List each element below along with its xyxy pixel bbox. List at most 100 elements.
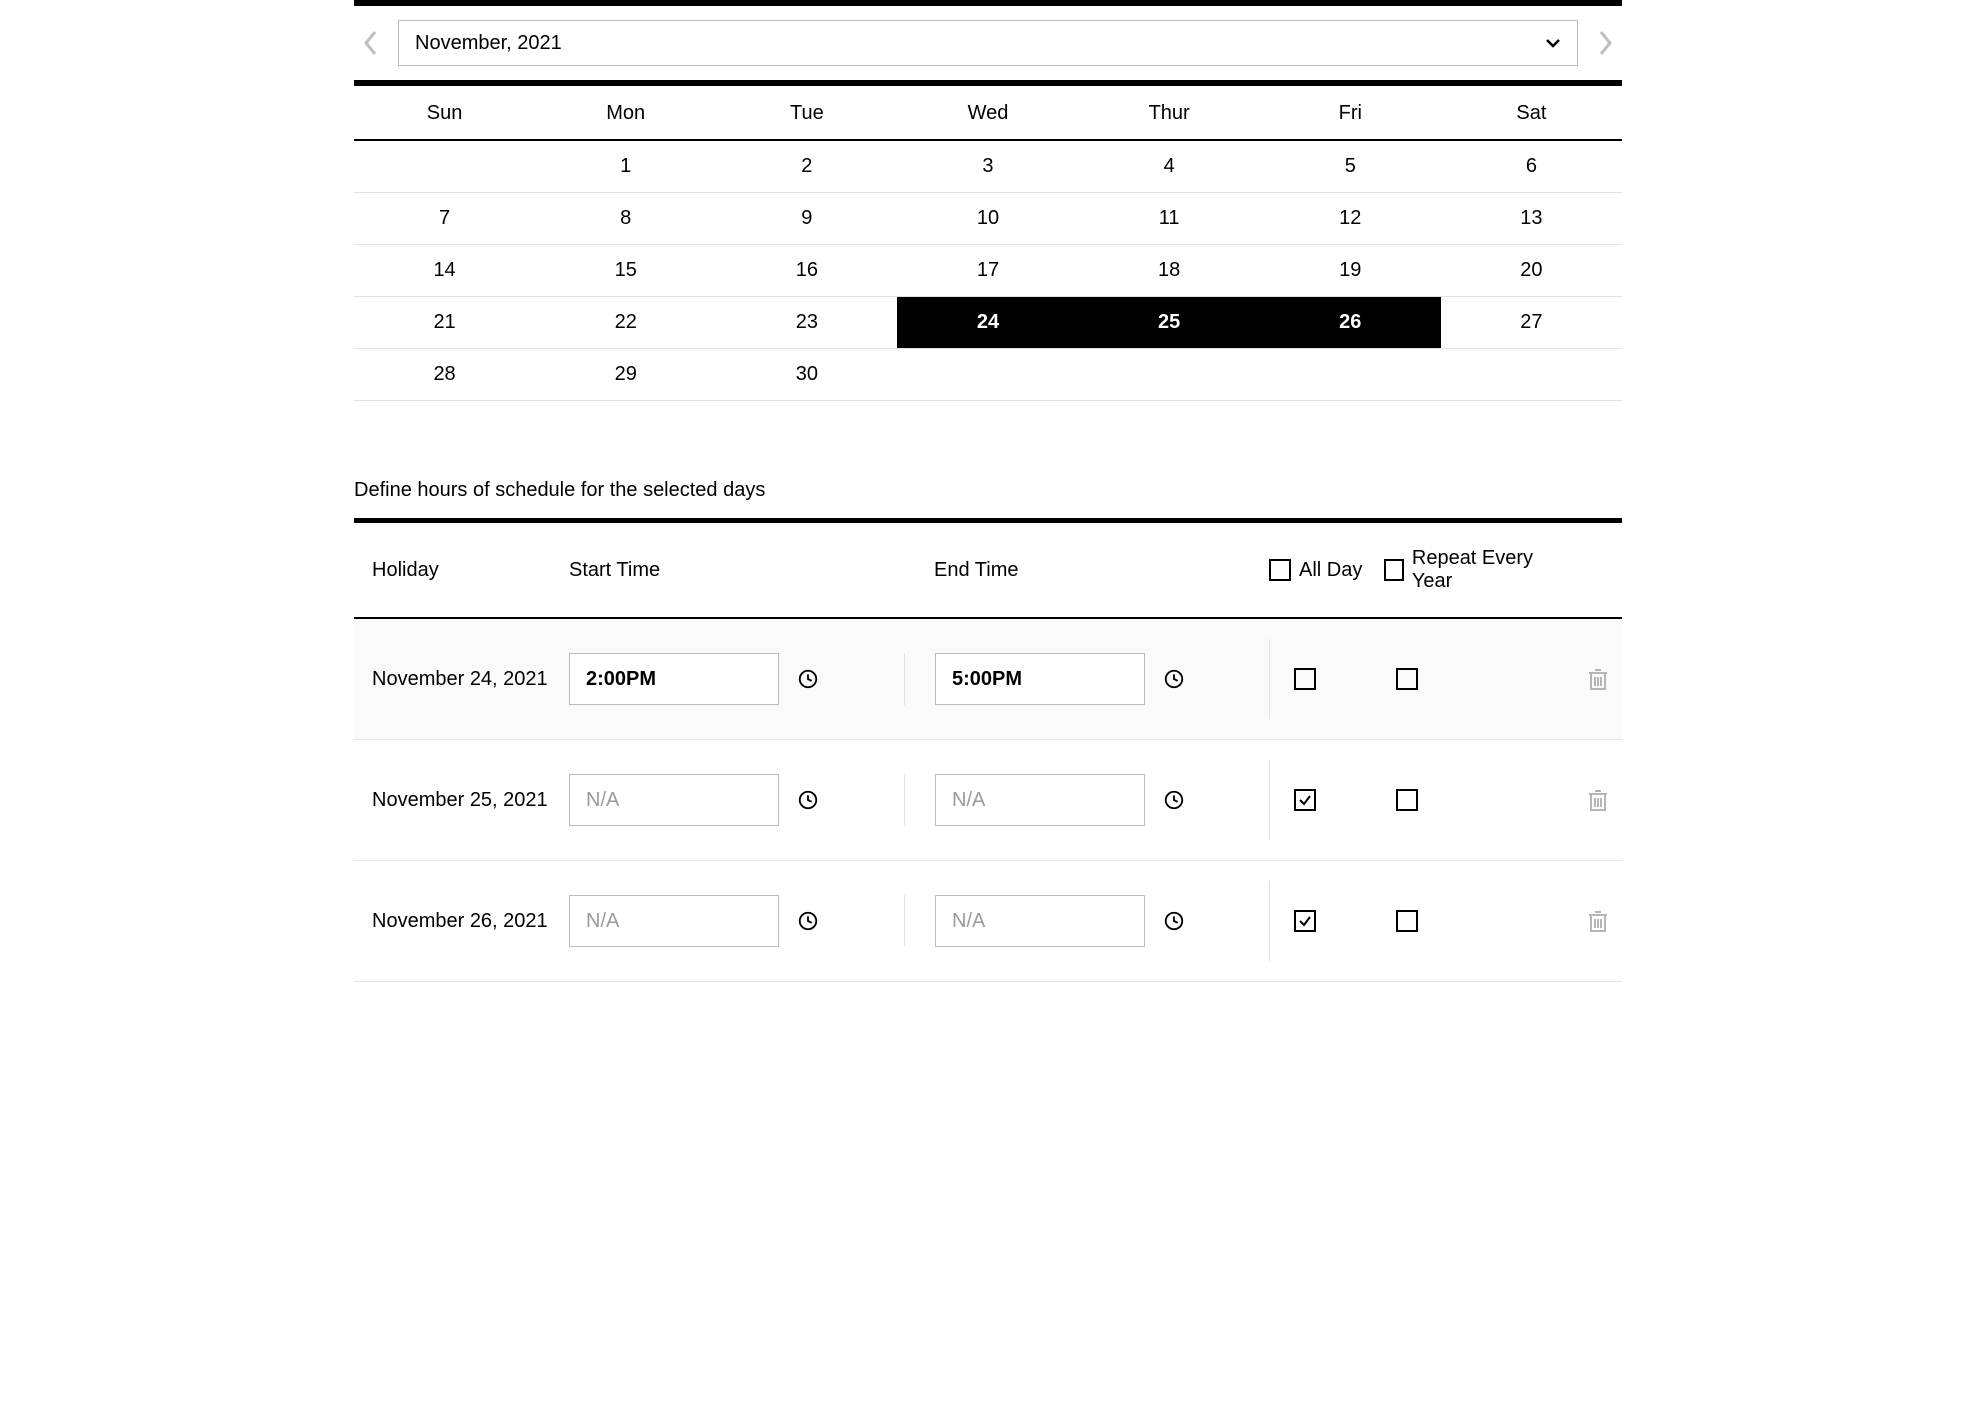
repeat-checkbox[interactable] — [1396, 910, 1418, 932]
calendar-day[interactable]: 5 — [1260, 141, 1441, 192]
calendar-day[interactable]: 19 — [1260, 245, 1441, 296]
clock-icon[interactable] — [797, 789, 819, 811]
calendar-day[interactable]: 10 — [897, 193, 1078, 244]
schedule-row: November 24, 20212:00PM 5:00PM — [354, 619, 1622, 740]
delete-row-button[interactable] — [1559, 788, 1619, 812]
calendar-day[interactable]: 2 — [716, 141, 897, 192]
trash-icon — [1587, 788, 1609, 812]
schedule-body: November 24, 20212:00PM 5:00PM November 25… — [354, 619, 1622, 982]
calendar-day-empty — [1260, 349, 1441, 400]
end-time-input[interactable]: N/A — [935, 774, 1145, 826]
calendar-day[interactable]: 16 — [716, 245, 897, 296]
trash-icon — [1587, 667, 1609, 691]
calendar-day[interactable]: 26 — [1260, 297, 1441, 348]
holiday-date: November 24, 2021 — [354, 668, 569, 691]
calendar: SunMonTueWedThurFriSat 12345678910111213… — [354, 86, 1622, 401]
calendar-day-empty — [897, 349, 1078, 400]
calendar-dow: Mon — [535, 86, 716, 139]
schedule-row: November 26, 2021N/AN/A — [354, 861, 1622, 982]
month-selector-row: November, 2021 — [354, 0, 1622, 86]
clock-icon[interactable] — [797, 668, 819, 690]
start-time-input[interactable]: 2:00PM — [569, 653, 779, 705]
calendar-day[interactable]: 24 — [897, 297, 1078, 348]
calendar-day[interactable]: 4 — [1079, 141, 1260, 192]
month-select[interactable]: November, 2021 — [398, 20, 1578, 66]
calendar-day[interactable]: 15 — [535, 245, 716, 296]
header-allday-checkbox-label[interactable]: All Day — [1269, 559, 1384, 582]
allday-checkbox[interactable] — [1294, 789, 1316, 811]
calendar-day-empty — [354, 141, 535, 192]
repeat-checkbox[interactable] — [1396, 668, 1418, 690]
start-time-input[interactable]: N/A — [569, 895, 779, 947]
calendar-dow: Sat — [1441, 86, 1622, 139]
header-allday-text: All Day — [1299, 559, 1362, 582]
clock-icon[interactable] — [1163, 910, 1185, 932]
delete-row-button[interactable] — [1559, 909, 1619, 933]
start-time-input[interactable]: N/A — [569, 774, 779, 826]
repeat-cell — [1384, 910, 1559, 932]
calendar-week: 14151617181920 — [354, 245, 1622, 297]
clock-icon[interactable] — [1163, 668, 1185, 690]
prev-month-button[interactable] — [354, 29, 388, 57]
chevron-down-icon — [1545, 38, 1561, 48]
calendar-day[interactable]: 9 — [716, 193, 897, 244]
calendar-day[interactable]: 28 — [354, 349, 535, 400]
calendar-day[interactable]: 30 — [716, 349, 897, 400]
calendar-day[interactable]: 18 — [1079, 245, 1260, 296]
month-select-label: November, 2021 — [415, 32, 562, 55]
allday-checkbox[interactable] — [1294, 910, 1316, 932]
calendar-day[interactable]: 6 — [1441, 141, 1622, 192]
next-month-button[interactable] — [1588, 29, 1622, 57]
calendar-week: 21222324252627 — [354, 297, 1622, 349]
end-time-cell: 5:00PM — [904, 653, 1269, 705]
trash-icon — [1587, 909, 1609, 933]
calendar-day[interactable]: 7 — [354, 193, 535, 244]
calendar-dow: Wed — [897, 86, 1078, 139]
calendar-week: 123456 — [354, 141, 1622, 193]
col-end-time: End Time — [904, 559, 1269, 582]
chevron-left-icon — [362, 29, 380, 57]
calendar-dow: Tue — [716, 86, 897, 139]
clock-icon[interactable] — [1163, 789, 1185, 811]
header-allday-checkbox[interactable] — [1269, 559, 1291, 581]
calendar-week: 78910111213 — [354, 193, 1622, 245]
calendar-day[interactable]: 12 — [1260, 193, 1441, 244]
repeat-checkbox[interactable] — [1396, 789, 1418, 811]
holiday-date: November 25, 2021 — [354, 789, 569, 812]
calendar-day[interactable]: 20 — [1441, 245, 1622, 296]
schedule-section-title: Define hours of schedule for the selecte… — [354, 479, 1622, 502]
calendar-day[interactable]: 22 — [535, 297, 716, 348]
calendar-body: 1234567891011121314151617181920212223242… — [354, 141, 1622, 401]
end-time-input[interactable]: 5:00PM — [935, 653, 1145, 705]
end-time-input[interactable]: N/A — [935, 895, 1145, 947]
calendar-day[interactable]: 8 — [535, 193, 716, 244]
calendar-day[interactable]: 13 — [1441, 193, 1622, 244]
header-repeat-checkbox-label[interactable]: Repeat Every Year — [1384, 547, 1559, 593]
start-time-cell: N/A — [569, 774, 904, 826]
holiday-schedule-page: November, 2021 SunMonTueWedThurFriSat 12… — [348, 0, 1628, 982]
calendar-day-empty — [1079, 349, 1260, 400]
calendar-day[interactable]: 21 — [354, 297, 535, 348]
delete-row-button[interactable] — [1559, 667, 1619, 691]
calendar-day[interactable]: 3 — [897, 141, 1078, 192]
schedule-header-row: Holiday Start Time End Time All Day Repe… — [354, 523, 1622, 619]
calendar-day[interactable]: 27 — [1441, 297, 1622, 348]
clock-icon[interactable] — [797, 910, 819, 932]
calendar-day[interactable]: 29 — [535, 349, 716, 400]
allday-cell — [1269, 760, 1384, 840]
calendar-day[interactable]: 17 — [897, 245, 1078, 296]
calendar-day-empty — [1441, 349, 1622, 400]
allday-cell — [1269, 881, 1384, 961]
allday-checkbox[interactable] — [1294, 668, 1316, 690]
calendar-day[interactable]: 11 — [1079, 193, 1260, 244]
end-time-cell: N/A — [904, 774, 1269, 826]
calendar-day[interactable]: 25 — [1079, 297, 1260, 348]
calendar-day[interactable]: 14 — [354, 245, 535, 296]
calendar-week: 282930 — [354, 349, 1622, 401]
calendar-dow: Thur — [1079, 86, 1260, 139]
calendar-day[interactable]: 1 — [535, 141, 716, 192]
repeat-cell — [1384, 668, 1559, 690]
header-repeat-checkbox[interactable] — [1384, 559, 1404, 581]
calendar-day[interactable]: 23 — [716, 297, 897, 348]
col-holiday: Holiday — [354, 559, 569, 582]
